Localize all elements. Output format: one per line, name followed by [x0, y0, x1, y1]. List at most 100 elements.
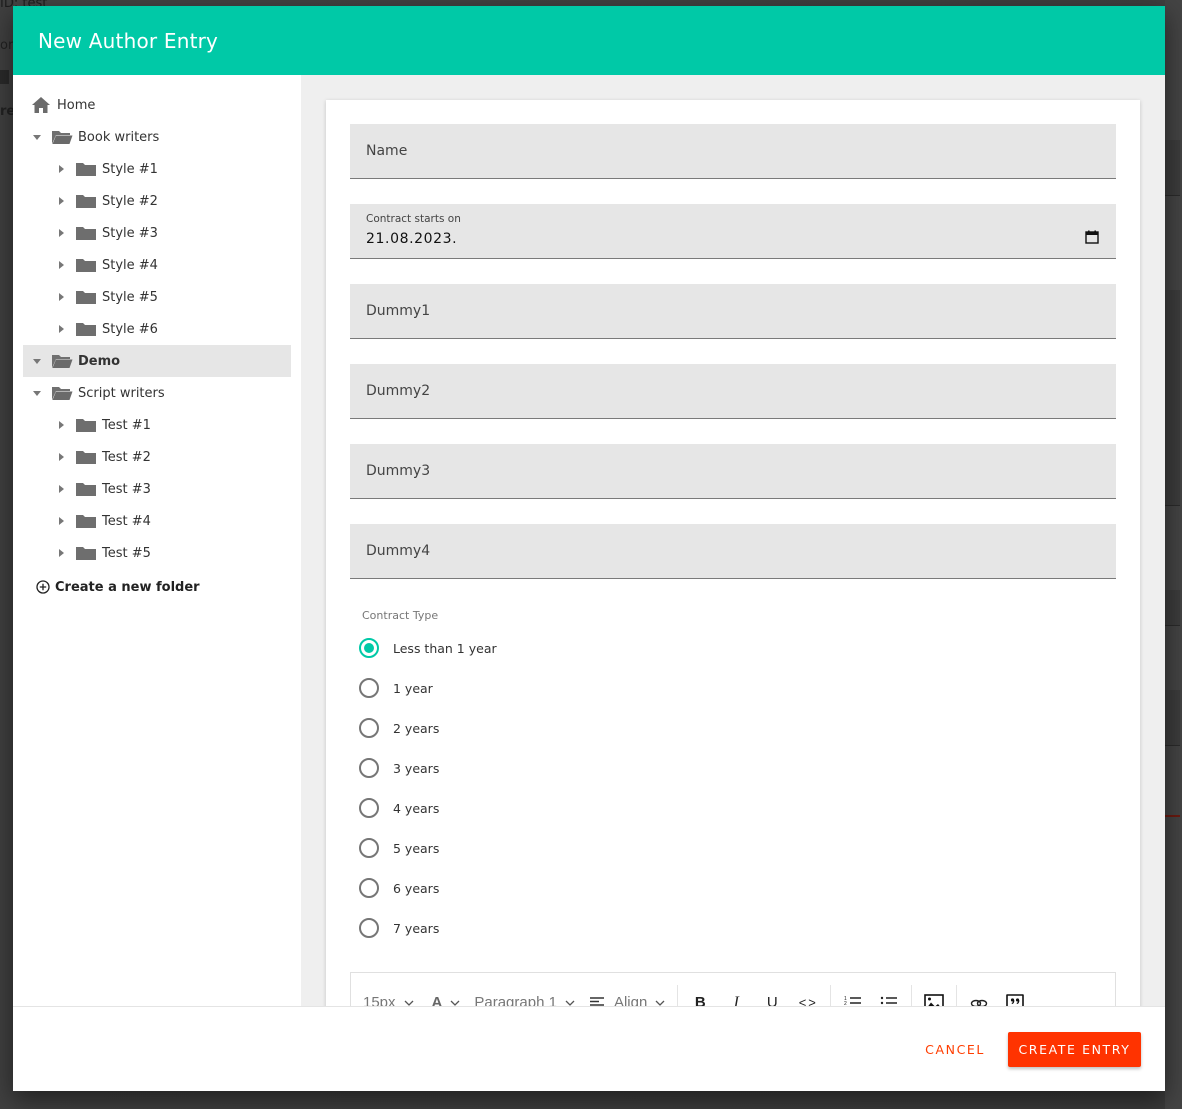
font-color-dropdown[interactable]: A: [432, 994, 473, 1006]
unordered-list-button[interactable]: [871, 995, 907, 1007]
dummy2-input[interactable]: Dummy2: [350, 364, 1116, 419]
folder-icon: [76, 547, 96, 560]
caret-right-icon[interactable]: [53, 225, 69, 241]
paragraph-style-dropdown[interactable]: Paragraph 1: [474, 994, 587, 1006]
create-folder-label: Create a new folder: [55, 579, 200, 595]
code-button[interactable]: <>: [790, 995, 826, 1006]
unordered-list-icon: [881, 996, 898, 1004]
caret-down-icon[interactable]: [29, 353, 45, 369]
form-card: Name Contract starts on 21.08.2023. Dumm…: [326, 100, 1140, 1006]
paragraph-style-value: Paragraph 1: [474, 994, 557, 1006]
add-circle-icon: [36, 580, 50, 594]
contract-type-option[interactable]: Less than 1 year: [359, 636, 497, 660]
ordered-list-button[interactable]: 1 2 3: [835, 995, 871, 1006]
radio-unchecked[interactable]: [359, 918, 379, 938]
caret-down-icon[interactable]: [29, 129, 45, 145]
insert-link-button[interactable]: [961, 997, 997, 1006]
contract-type-option[interactable]: 4 years: [359, 796, 439, 820]
caret-right-icon[interactable]: [53, 481, 69, 497]
caret-right-icon[interactable]: [53, 513, 69, 529]
caret-right-icon[interactable]: [53, 417, 69, 433]
radio-unchecked[interactable]: [359, 678, 379, 698]
italic-button[interactable]: I: [718, 994, 754, 1007]
align-left-icon: [589, 996, 604, 1006]
calendar-icon[interactable]: [1085, 230, 1099, 244]
create-folder-button[interactable]: Create a new folder: [36, 575, 301, 599]
quote-icon: [1006, 993, 1025, 1006]
dummy3-input[interactable]: Dummy3: [350, 444, 1116, 499]
contract-type-option[interactable]: 3 years: [359, 756, 439, 780]
dummy1-input[interactable]: Dummy1: [350, 284, 1116, 339]
radio-unchecked[interactable]: [359, 758, 379, 778]
tree-item-home[interactable]: Home: [23, 89, 291, 121]
radio-label: 3 years: [393, 760, 440, 776]
contract-type-option[interactable]: 5 years: [359, 836, 439, 860]
create-entry-button[interactable]: CREATE ENTRY: [1008, 1031, 1141, 1067]
folder-icon: [76, 291, 96, 304]
folder-icon: [76, 451, 96, 464]
radio-label: 2 years: [393, 720, 440, 736]
tree-item[interactable]: Style #2: [23, 185, 291, 217]
radio-unchecked[interactable]: [359, 878, 379, 898]
radio-checked[interactable]: [359, 638, 379, 658]
tree-item[interactable]: Test #3: [23, 473, 291, 505]
tree-item[interactable]: Script writers: [23, 377, 291, 409]
quote-button[interactable]: [997, 993, 1033, 1006]
insert-image-button[interactable]: [916, 994, 952, 1006]
folder-icon: [76, 163, 96, 176]
folder-icon: [76, 323, 96, 336]
background-text: or: [0, 38, 14, 53]
contract-start-value: 21.08.2023.: [366, 231, 458, 247]
caret-down-icon[interactable]: [29, 385, 45, 401]
caret-right-icon[interactable]: [53, 193, 69, 209]
bold-button[interactable]: B: [682, 994, 718, 1006]
folder-open-icon: [52, 387, 73, 400]
background-accent-line: [1165, 815, 1180, 817]
caret-right-icon[interactable]: [53, 545, 69, 561]
tree-item-label: Style #5: [102, 289, 158, 305]
cancel-button[interactable]: CANCEL: [919, 1041, 991, 1058]
tree-item[interactable]: Test #1: [23, 409, 291, 441]
tree-item[interactable]: Demo: [23, 345, 291, 377]
contract-type-option[interactable]: 2 years: [359, 716, 439, 740]
radio-unchecked[interactable]: [359, 798, 379, 818]
name-input[interactable]: Name: [350, 124, 1116, 179]
tree-item-label: Style #1: [102, 161, 158, 177]
align-dropdown[interactable]: Align: [589, 994, 677, 1006]
tree-item[interactable]: Style #4: [23, 249, 291, 281]
folder-icon: [76, 195, 96, 208]
tree-item[interactable]: Test #5: [23, 537, 291, 569]
folder-icon: [76, 515, 96, 528]
contract-type-option[interactable]: 6 years: [359, 876, 439, 900]
font-size-dropdown[interactable]: 15px: [363, 994, 426, 1006]
chevron-down-icon: [450, 1000, 460, 1006]
tree-item[interactable]: Test #2: [23, 441, 291, 473]
radio-label: 4 years: [393, 800, 440, 816]
caret-right-icon[interactable]: [53, 257, 69, 273]
tree-item[interactable]: Style #6: [23, 313, 291, 345]
caret-right-icon[interactable]: [53, 321, 69, 337]
dummy1-placeholder: Dummy1: [366, 303, 431, 319]
tree-item[interactable]: Style #1: [23, 153, 291, 185]
contract-start-date-input[interactable]: Contract starts on 21.08.2023.: [350, 204, 1116, 259]
radio-unchecked[interactable]: [359, 838, 379, 858]
tree-item[interactable]: Style #5: [23, 281, 291, 313]
caret-right-icon[interactable]: [53, 289, 69, 305]
caret-right-icon[interactable]: [53, 449, 69, 465]
italic-icon: I: [733, 993, 739, 1007]
tree-item[interactable]: Style #3: [23, 217, 291, 249]
tree-item[interactable]: Book writers: [23, 121, 291, 153]
dummy4-placeholder: Dummy4: [366, 543, 431, 559]
background-block: [1165, 690, 1180, 746]
contract-type-option[interactable]: 1 year: [359, 676, 433, 700]
tree-item-label: Style #3: [102, 225, 158, 241]
dummy4-input[interactable]: Dummy4: [350, 524, 1116, 579]
underline-button[interactable]: U: [754, 994, 790, 1006]
underline-icon: U: [766, 994, 778, 1006]
radio-unchecked[interactable]: [359, 718, 379, 738]
radio-label: 1 year: [393, 680, 433, 696]
background-left-panel: [0, 0, 14, 1109]
contract-type-option[interactable]: 7 years: [359, 916, 439, 940]
caret-right-icon[interactable]: [53, 161, 69, 177]
tree-item[interactable]: Test #4: [23, 505, 291, 537]
